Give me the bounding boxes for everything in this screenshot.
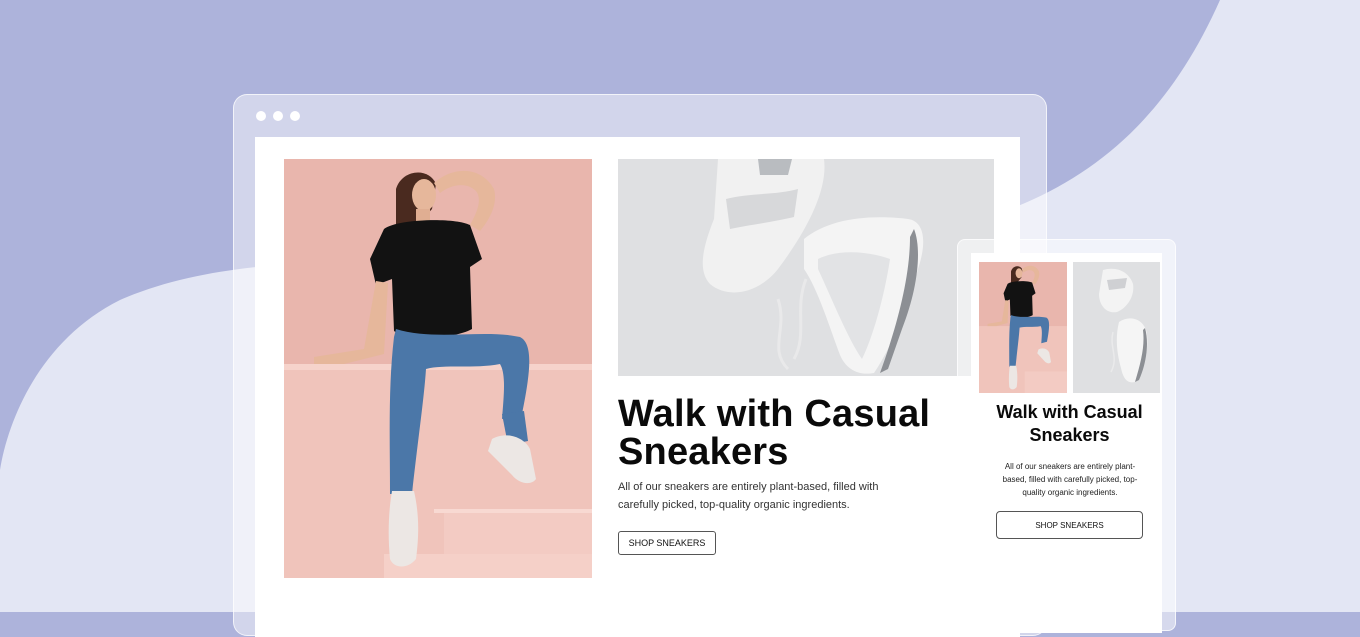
shoe-photo <box>618 159 994 376</box>
mobile-page: Walk with Casual Sneakers All of our sne… <box>971 253 1162 633</box>
shop-sneakers-button[interactable]: SHOP SNEAKERS <box>618 531 716 555</box>
page-title: Walk with Casual Sneakers <box>618 393 931 473</box>
mobile-shop-sneakers-button[interactable]: SHOP SNEAKERS <box>996 511 1143 539</box>
window-dot-icon[interactable] <box>256 111 266 121</box>
page-description: All of our sneakers are entirely plant-b… <box>618 481 879 511</box>
window-dot-icon[interactable] <box>290 111 300 121</box>
desktop-browser-mockup: Walk with Casual Sneakers All of our sne… <box>233 94 1047 637</box>
window-controls <box>256 111 300 121</box>
desktop-page: Walk with Casual Sneakers All of our sne… <box>255 137 1020 637</box>
mobile-hero-photo <box>979 262 1067 393</box>
hero-photo <box>284 159 592 578</box>
mobile-page-description: All of our sneakers are entirely plant-b… <box>1002 462 1138 497</box>
mobile-shoe-photo <box>1073 262 1160 393</box>
window-dot-icon[interactable] <box>273 111 283 121</box>
mobile-page-title: Walk with Casual Sneakers <box>996 402 1143 445</box>
mobile-mockup: Walk with Casual Sneakers All of our sne… <box>957 239 1176 633</box>
